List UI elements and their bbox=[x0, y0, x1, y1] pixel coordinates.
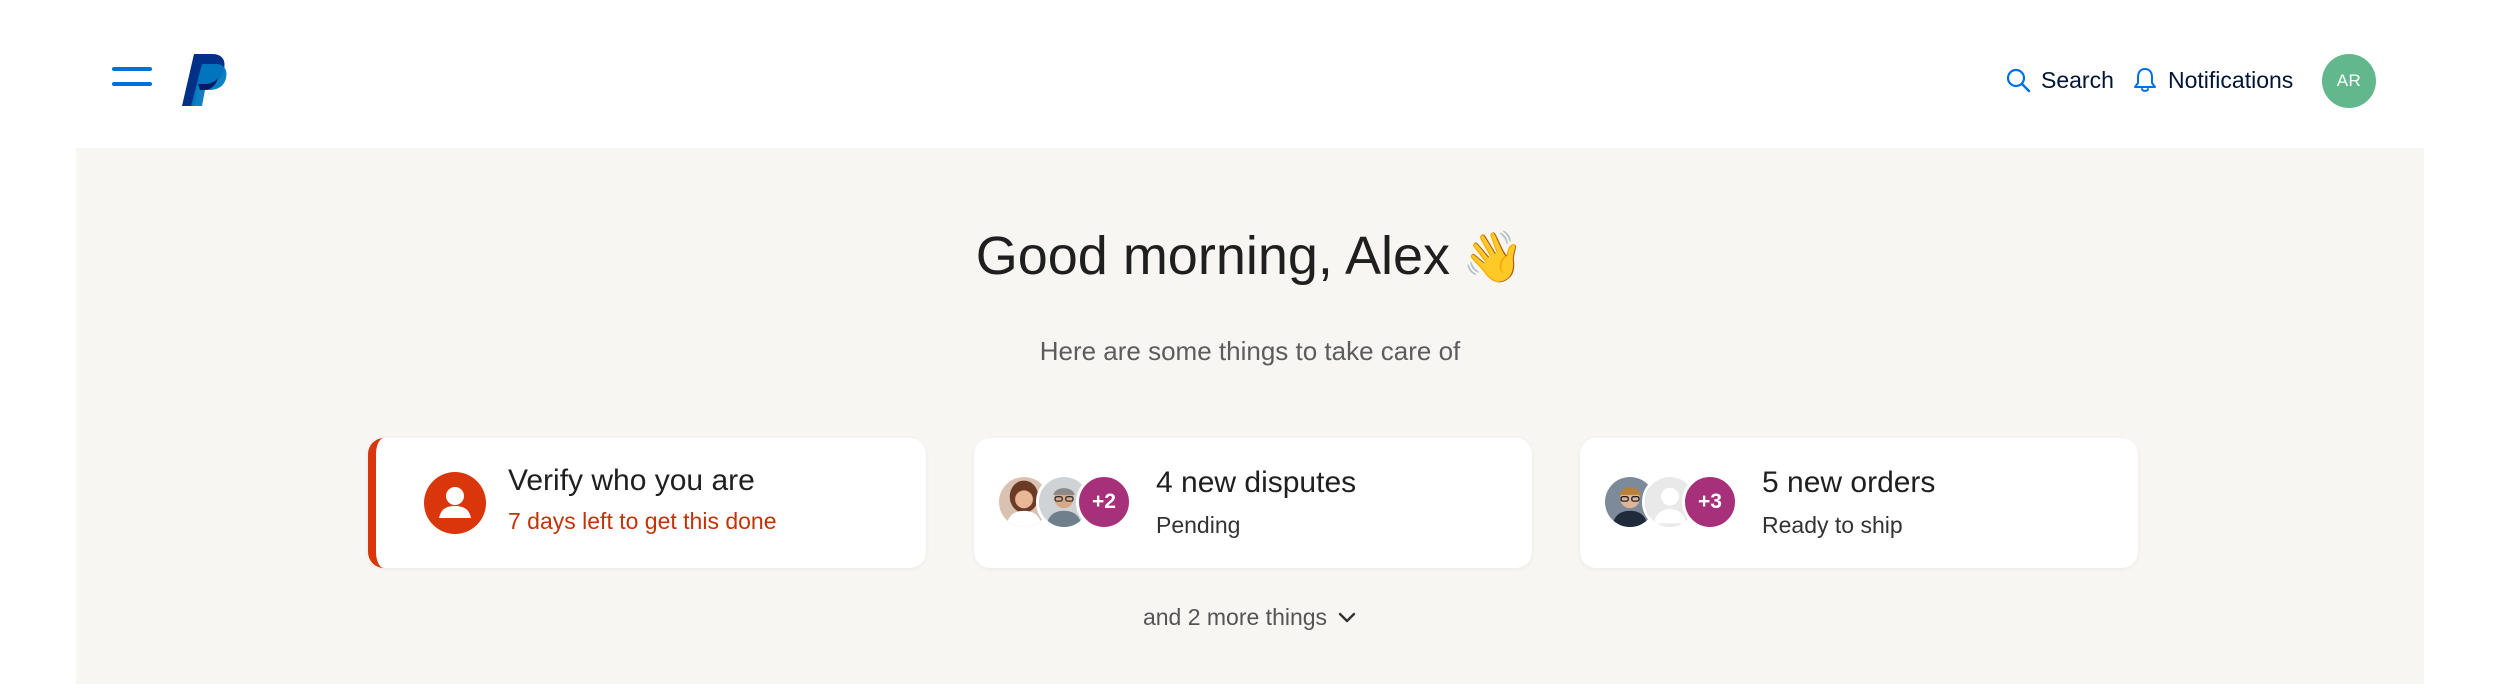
notifications-label: Notifications bbox=[2168, 66, 2294, 93]
notifications-button[interactable]: Notifications bbox=[2132, 62, 2293, 98]
greeting-heading: Good morning, Alex 👋 bbox=[0, 225, 2500, 287]
more-things-label: and 2 more things bbox=[1142, 604, 1328, 630]
orders-card[interactable]: +3 5 new orders Ready to ship bbox=[1580, 438, 2138, 568]
greeting-subtitle: Here are some things to take care of bbox=[1039, 336, 1461, 366]
card-title: Verify who you are bbox=[508, 464, 755, 497]
more-things-row: and 2 more things bbox=[0, 604, 2500, 631]
card-subtitle: Pending bbox=[1156, 512, 1241, 538]
waving-hand-emoji: 👋 bbox=[1462, 229, 1525, 285]
hamburger-menu-icon[interactable] bbox=[112, 62, 156, 92]
top-header: Search Notifications AR bbox=[0, 0, 2500, 148]
card-subtitle: Ready to ship bbox=[1762, 512, 1903, 538]
more-avatars-badge: +3 bbox=[1682, 474, 1738, 530]
more-things-button[interactable]: and 2 more things bbox=[1143, 604, 1357, 631]
user-avatar[interactable]: AR bbox=[2322, 54, 2376, 108]
search-icon bbox=[2006, 68, 2031, 93]
paypal-logo[interactable] bbox=[178, 52, 228, 108]
person-icon bbox=[424, 472, 486, 534]
card-title: 4 new disputes bbox=[1156, 466, 1357, 499]
search-button[interactable]: Search bbox=[2005, 62, 2114, 98]
search-label: Search bbox=[2041, 66, 2114, 93]
chevron-down-icon bbox=[1338, 612, 1356, 622]
more-avatars-badge: +2 bbox=[1076, 474, 1132, 530]
card-title: 5 new orders bbox=[1762, 466, 1936, 499]
bell-icon bbox=[2134, 68, 2156, 92]
verify-identity-card[interactable]: Verify who you are 7 days left to get th… bbox=[368, 438, 926, 568]
greeting-text: Good morning, Alex bbox=[975, 226, 1450, 286]
card-subtitle: 7 days left to get this done bbox=[508, 508, 777, 534]
disputes-card[interactable]: +2 4 new disputes Pending bbox=[974, 438, 1532, 568]
